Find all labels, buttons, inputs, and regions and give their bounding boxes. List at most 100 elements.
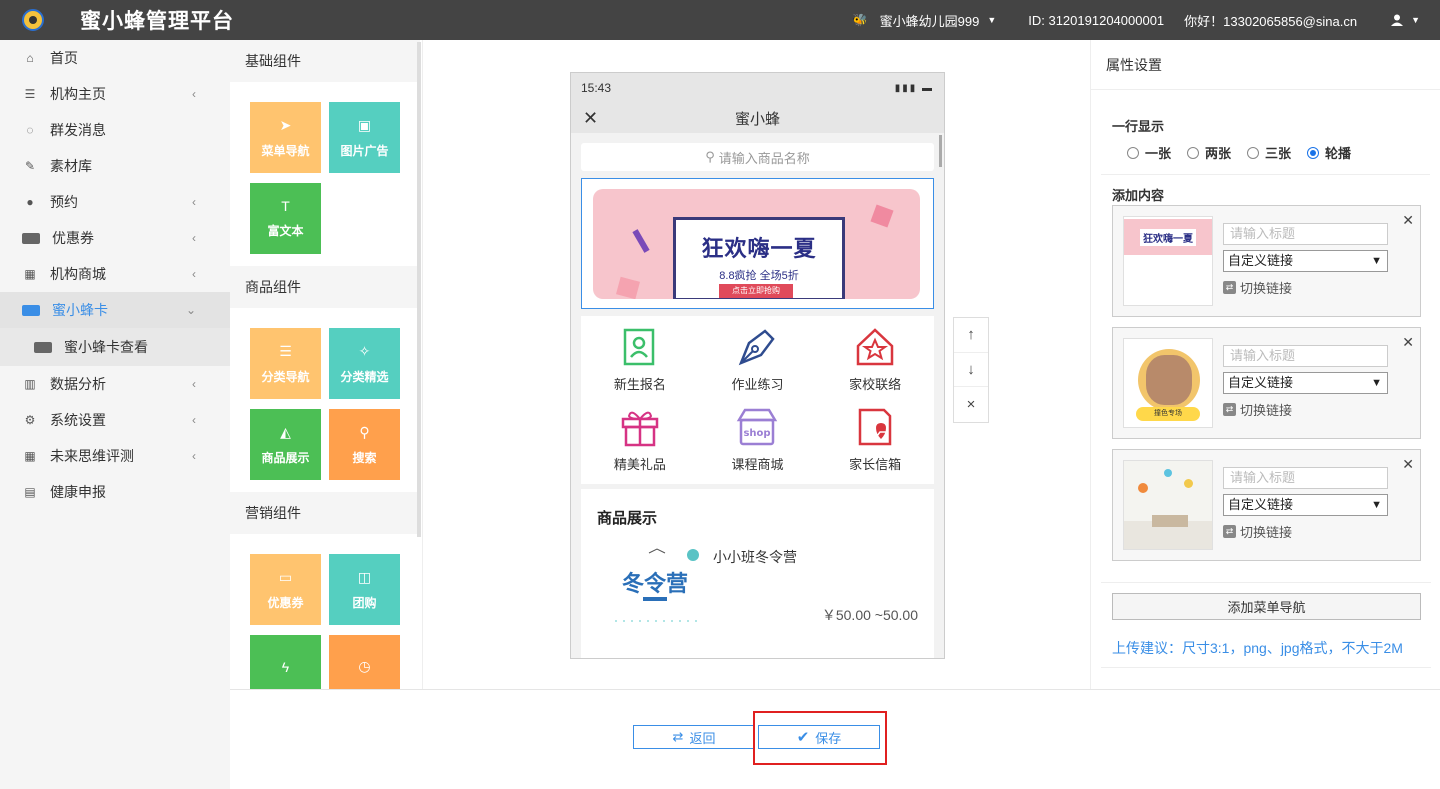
switch-icon: ⇄ bbox=[1223, 281, 1236, 294]
sidebar-item-coupon[interactable]: 优惠券 ‹ bbox=[0, 220, 230, 256]
component-category-featured[interactable]: ✧ 分类精选 bbox=[329, 328, 400, 399]
close-icon[interactable]: ✕ bbox=[583, 108, 598, 129]
phone-scrollbar[interactable] bbox=[939, 135, 942, 167]
component-image-ad[interactable]: ▣ 图片广告 bbox=[329, 102, 400, 173]
radio-one[interactable]: 一张 bbox=[1127, 143, 1171, 162]
sidebar-item-booking[interactable]: ● 预约 ‹ bbox=[0, 184, 230, 220]
component-menu-nav[interactable]: ➤ 菜单导航 bbox=[250, 102, 321, 173]
phone-time: 15:43 bbox=[581, 81, 612, 95]
component-timed[interactable]: ◷ bbox=[329, 635, 400, 689]
sidebar-item-home[interactable]: ⌂ 首页 bbox=[0, 40, 230, 76]
shop-icon: shop bbox=[734, 404, 780, 450]
phone-preview: 15:43 ▮▮▮ ▬ ✕ 蜜小蜂 ⚲ 请输入商品名称 狂欢嗨一夏 8.8疯抢 … bbox=[570, 72, 945, 659]
section-title-basic: 基础组件 bbox=[230, 40, 420, 82]
pen-nib-icon bbox=[734, 324, 780, 370]
search-placeholder: 请输入商品名称 bbox=[718, 150, 810, 166]
school-name: 蜜小蜂幼儿园999 bbox=[879, 13, 980, 29]
image-icon: ▣ bbox=[357, 116, 372, 133]
switch-icon: ⇄ bbox=[1223, 403, 1236, 416]
chevron-down-icon: ▼ bbox=[1371, 377, 1382, 389]
swap-arrows-icon: ⇄ bbox=[672, 729, 684, 744]
remove-component-button[interactable]: × bbox=[954, 387, 988, 422]
school-switcher[interactable]: 🐝 蜜小蜂幼儿园999 ▼ bbox=[853, 11, 997, 30]
banner-image: 狂欢嗨一夏 8.8疯抢 全场5折 点击立即抢购 bbox=[593, 189, 920, 299]
text-icon: T bbox=[281, 198, 290, 214]
menu-item-parent-mailbox[interactable]: 家长信箱 bbox=[816, 404, 934, 484]
component-group-buy[interactable]: ◫ 团购 bbox=[329, 554, 400, 625]
svg-text:shop: shop bbox=[744, 428, 771, 439]
goods-name[interactable]: 小小班冬令营 bbox=[713, 547, 797, 567]
chevron-down-icon: ▼ bbox=[987, 15, 997, 25]
component-rich-text[interactable]: T 富文本 bbox=[250, 183, 321, 254]
menu-item-course-mall[interactable]: shop 课程商城 bbox=[699, 404, 817, 484]
switch-link-button[interactable]: ⇄ 切换链接 bbox=[1223, 522, 1292, 541]
banner-component[interactable]: 狂欢嗨一夏 8.8疯抢 全场5折 点击立即抢购 bbox=[581, 178, 934, 309]
users-icon: ● bbox=[26, 195, 34, 209]
link-type-select[interactable]: 自定义链接 ▼ bbox=[1223, 494, 1388, 516]
bottom-action-bar: ⇄ 返回 ✔ 保存 bbox=[230, 689, 1440, 789]
sidebar-item-org-home[interactable]: ☰ 机构主页 ‹ bbox=[0, 76, 230, 112]
menu-item-homework[interactable]: 作业练习 bbox=[699, 324, 817, 404]
user-menu[interactable]: ▼ bbox=[1391, 14, 1420, 26]
sidebar-item-bee-card[interactable]: 蜜小蜂卡 ⌄ bbox=[0, 292, 230, 328]
component-goods-display[interactable]: ◭ 商品展示 bbox=[250, 409, 321, 480]
gift-icon bbox=[617, 404, 663, 450]
menu-item-gifts[interactable]: 精美礼品 bbox=[581, 404, 699, 484]
remove-item-icon[interactable]: ✕ bbox=[1402, 456, 1414, 473]
user-greeting: 你好！13302065856@sina.cn bbox=[1184, 13, 1358, 29]
chevron-down-icon: ▼ bbox=[1371, 255, 1382, 267]
component-panel-scrollbar[interactable] bbox=[417, 42, 421, 537]
registration-icon bbox=[617, 324, 663, 370]
move-down-button[interactable]: ↓ bbox=[954, 353, 988, 388]
content-thumbnail[interactable]: 撞色专场 bbox=[1123, 338, 1213, 428]
top-bar: 蜜小蜂管理平台 🐝 蜜小蜂幼儿园999 ▼ ID: 31201912040000… bbox=[0, 0, 1440, 40]
sidebar-subitem-bee-card-view[interactable]: 蜜小蜂卡查看 bbox=[0, 328, 230, 366]
content-title-input[interactable]: 请输入标题 bbox=[1223, 345, 1388, 367]
send-icon: ➤ bbox=[279, 116, 292, 133]
user-icon bbox=[1391, 14, 1404, 26]
chevron-down-icon: ▼ bbox=[1371, 499, 1382, 511]
search-icon: ⚲ bbox=[359, 423, 370, 440]
add-content-label: 添加内容 bbox=[1112, 188, 1165, 203]
component-flash-sale[interactable]: ϟ bbox=[250, 635, 321, 689]
content-item: 狂欢嗨一夏 请输入标题 自定义链接 ▼ ⇄ 切换链接 ✕ bbox=[1112, 205, 1421, 317]
chevron-left-icon: ‹ bbox=[192, 413, 196, 427]
sidebar-item-mall[interactable]: ▦ 机构商城 ‹ bbox=[0, 256, 230, 292]
menu-item-home-school[interactable]: 家校联络 bbox=[816, 324, 934, 404]
brand-title: 蜜小蜂管理平台 bbox=[80, 10, 234, 33]
remove-item-icon[interactable]: ✕ bbox=[1402, 334, 1414, 351]
goods-image-text: 冬令营 bbox=[622, 571, 688, 597]
move-up-button[interactable]: ↑ bbox=[954, 318, 988, 353]
add-menu-nav-button[interactable]: 添加菜单导航 bbox=[1112, 593, 1421, 620]
sidebar-item-health[interactable]: ▤ 健康申报 bbox=[0, 474, 230, 510]
content-title-input[interactable]: 请输入标题 bbox=[1223, 467, 1388, 489]
component-coupon[interactable]: ▭ 优惠券 bbox=[250, 554, 321, 625]
radio-carousel[interactable]: 轮播 bbox=[1307, 143, 1351, 162]
sidebar-item-settings[interactable]: ⚙ 系统设置 ‹ bbox=[0, 402, 230, 438]
chevron-left-icon: ‹ bbox=[192, 87, 196, 101]
switch-link-button[interactable]: ⇄ 切换链接 bbox=[1223, 278, 1292, 297]
component-search[interactable]: ⚲ 搜索 bbox=[329, 409, 400, 480]
radio-two[interactable]: 两张 bbox=[1187, 143, 1231, 162]
component-category-nav[interactable]: ☰ 分类导航 bbox=[250, 328, 321, 399]
sidebar-item-materials[interactable]: ✎ 素材库 bbox=[0, 148, 230, 184]
remove-item-icon[interactable]: ✕ bbox=[1402, 212, 1414, 229]
menu-item-enroll[interactable]: 新生报名 bbox=[581, 324, 699, 404]
link-type-select[interactable]: 自定义链接 ▼ bbox=[1223, 372, 1388, 394]
sidebar-item-broadcast[interactable]: ◌ 群发消息 bbox=[0, 112, 230, 148]
radio-three[interactable]: 三张 bbox=[1247, 143, 1291, 162]
sidebar-item-analytics[interactable]: ▥ 数据分析 ‹ bbox=[0, 366, 230, 402]
chevron-down-icon: ⌄ bbox=[185, 303, 196, 317]
content-thumbnail[interactable] bbox=[1123, 460, 1213, 550]
phone-menu-grid: 新生报名 作业练习 家校联络 精美礼品 shop 课程商城 家长信箱 bbox=[581, 316, 934, 484]
switch-link-button[interactable]: ⇄ 切换链接 bbox=[1223, 400, 1292, 419]
content-title-input[interactable]: 请输入标题 bbox=[1223, 223, 1388, 245]
goods-image[interactable]: 冬令营 bbox=[607, 545, 703, 629]
back-button[interactable]: ⇄ 返回 bbox=[633, 725, 755, 749]
link-type-select[interactable]: 自定义链接 ▼ bbox=[1223, 250, 1388, 272]
content-thumbnail[interactable]: 狂欢嗨一夏 bbox=[1123, 216, 1213, 306]
sidebar-item-assessment[interactable]: ▦ 未来思维评测 ‹ bbox=[0, 438, 230, 474]
section-title-goods: 商品组件 bbox=[230, 266, 420, 308]
box-icon: ◫ bbox=[357, 568, 372, 585]
phone-search-box[interactable]: ⚲ 请输入商品名称 bbox=[581, 143, 934, 171]
